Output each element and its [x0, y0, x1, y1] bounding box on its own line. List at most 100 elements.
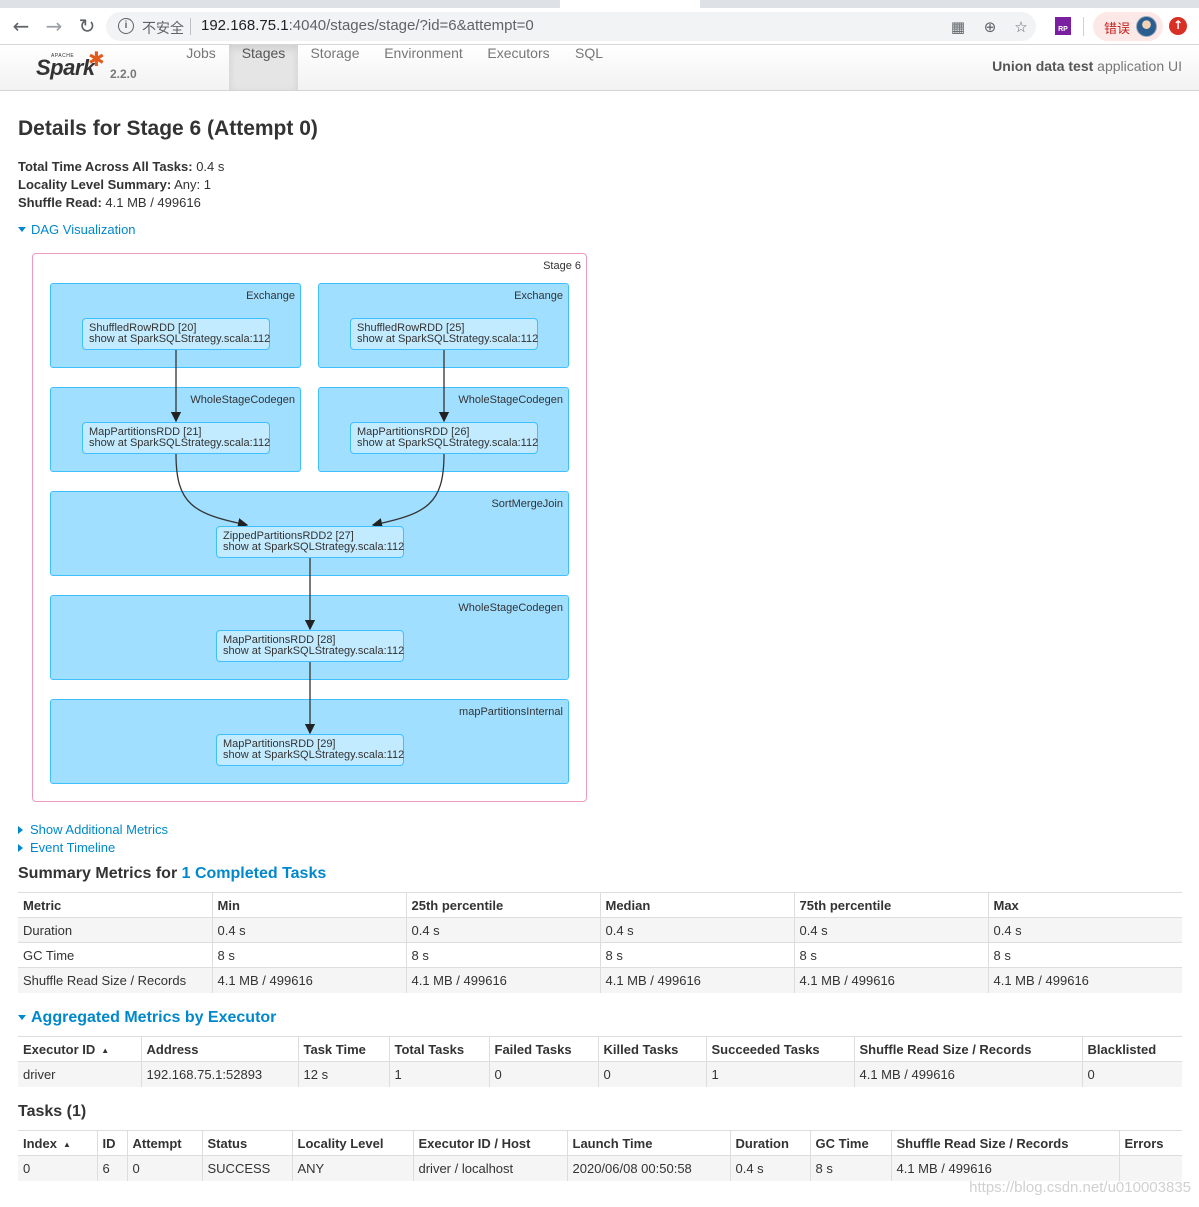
column-header-label: Min: [217, 897, 240, 913]
cell-succeeded-tasks: 1: [705, 1061, 854, 1087]
translate-icon[interactable]: ▦: [948, 17, 968, 37]
column-header-metric[interactable]: Metric: [18, 892, 212, 918]
completed-tasks-link[interactable]: 1 Completed Tasks: [182, 865, 327, 882]
column-header-gc-time[interactable]: GC Time: [809, 1130, 891, 1156]
column-header-75th-percentile[interactable]: 75th percentile: [793, 892, 988, 918]
column-header-status[interactable]: Status: [201, 1130, 292, 1156]
nav-sql[interactable]: SQL: [562, 45, 616, 90]
dag-stage-box: Stage 6 Exchange Exchange WholeStageCode…: [32, 253, 587, 802]
column-header-label: Shuffle Read Size / Records: [859, 1041, 1032, 1057]
column-header-executor-id-host[interactable]: Executor ID / Host: [412, 1130, 567, 1156]
column-header-label: Task Time: [303, 1041, 366, 1057]
column-header-total-tasks[interactable]: Total Tasks: [388, 1036, 489, 1062]
column-header-label: Failed Tasks: [494, 1041, 572, 1057]
dag-node-shuffledrowrdd-25[interactable]: ShuffledRowRDD [25] show at SparkSQLStrat…: [350, 318, 538, 350]
cell-median: 0.4 s: [599, 917, 794, 943]
executor-metrics-table: Executor ID ▲ Address Task Time Total Tasks F…: [18, 1036, 1182, 1087]
sort-ascending-icon: ▲: [101, 1045, 110, 1055]
column-header-shuffle-read-size-records[interactable]: Shuffle Read Size / Records: [890, 1130, 1119, 1156]
avatar: [1136, 16, 1157, 37]
column-header-failed-tasks[interactable]: Failed Tasks: [488, 1036, 598, 1062]
bookmark-star-icon[interactable]: ☆: [1011, 17, 1031, 37]
summary-shuffle-read: Shuffle Read: 4.1 MB / 499616: [18, 195, 201, 210]
cell-launch-time: 2020/06/08 00:50:58: [566, 1155, 730, 1181]
cell-errors: [1118, 1155, 1182, 1181]
event-timeline-toggle[interactable]: Event Timeline: [18, 840, 115, 855]
summary-value: 0.4 s: [192, 159, 225, 174]
column-header-label: Errors: [1124, 1135, 1164, 1151]
column-header-label: Launch Time: [572, 1135, 653, 1151]
dag-node-mappartitionsrdd-29[interactable]: MapPartitionsRDD [29] show at SparkSQLStr…: [216, 734, 404, 766]
column-header-median[interactable]: Median: [599, 892, 794, 918]
url-text[interactable]: 192.168.75.1:4040/stages/stage/?id=6&att…: [201, 17, 534, 34]
dag-node-shuffledrowrdd-20[interactable]: ShuffledRowRDD [20] show at SparkSQLStrat…: [82, 318, 270, 350]
table-header-row: Metric Min 25th percentile Median 75th perce…: [18, 892, 1182, 918]
toolbar-divider: [1083, 17, 1084, 36]
aggregated-metrics-toggle[interactable]: Aggregated Metrics by Executor: [18, 1009, 276, 1027]
cell-status: SUCCESS: [201, 1155, 292, 1181]
cell-75th-percentile: 0.4 s: [793, 917, 988, 943]
table-row: driver 192.168.75.1:52893 12 s 1 0 0 1 4.1 MB /…: [18, 1061, 1182, 1087]
column-header-index[interactable]: Index ▲: [18, 1130, 97, 1156]
column-header-label: ID: [102, 1135, 116, 1151]
column-header-label: Index: [23, 1135, 57, 1151]
info-icon[interactable]: i: [118, 18, 134, 34]
rp-extension-icon[interactable]: RP: [1055, 17, 1071, 35]
address-bar[interactable]: i 不安全 192.168.75.1:4040/stages/stage/?id…: [106, 12, 1036, 41]
column-header-label: Executor ID: [23, 1041, 96, 1057]
cluster-label: WholeStageCodegen: [190, 394, 295, 406]
column-header-duration[interactable]: Duration: [729, 1130, 810, 1156]
column-header-errors[interactable]: Errors: [1118, 1130, 1182, 1156]
dag-node-mappartitionsrdd-28[interactable]: MapPartitionsRDD [28] show at SparkSQLStr…: [216, 630, 404, 662]
column-header-label: Metric: [23, 897, 62, 913]
spark-navbar: APACHE Spark ✱ 2.2.0 Jobs Stages Storage…: [0, 45, 1199, 91]
column-header-id[interactable]: ID: [96, 1130, 127, 1156]
dag-node-zippedpartitionsrdd2-27[interactable]: ZippedPartitionsRDD2 [27] show at SparkSQ…: [216, 526, 404, 558]
back-icon[interactable]: ←: [8, 15, 34, 37]
update-icon[interactable]: ↑: [1169, 17, 1187, 35]
table-row: 0 6 0 SUCCESS ANY driver / localhost 2020/06/0…: [18, 1155, 1182, 1181]
table-body: driver 192.168.75.1:52893 12 s 1 0 0 1 4.1 MB /…: [18, 1061, 1182, 1087]
column-header-locality-level[interactable]: Locality Level: [291, 1130, 413, 1156]
spark-logo[interactable]: APACHE Spark ✱: [36, 47, 108, 87]
column-header-address[interactable]: Address: [140, 1036, 298, 1062]
dag-node-mappartitionsrdd-21[interactable]: MapPartitionsRDD [21] show at SparkSQLStr…: [82, 422, 270, 454]
cluster-label: mapPartitionsInternal: [459, 706, 563, 718]
column-header-label: Killed Tasks: [603, 1041, 679, 1057]
column-header-killed-tasks[interactable]: Killed Tasks: [597, 1036, 706, 1062]
column-header-attempt[interactable]: Attempt: [126, 1130, 202, 1156]
error-label: 错误: [1104, 22, 1131, 37]
nav-jobs[interactable]: Jobs: [174, 45, 228, 90]
summary-label: Shuffle Read:: [18, 195, 102, 210]
profile-error-button[interactable]: 错误: [1093, 12, 1163, 41]
table-row: Duration 0.4 s 0.4 s 0.4 s 0.4 s 0.4 s: [18, 917, 1182, 943]
column-header-max[interactable]: Max: [987, 892, 1182, 918]
show-additional-metrics-toggle[interactable]: Show Additional Metrics: [18, 822, 168, 837]
column-header-launch-time[interactable]: Launch Time: [566, 1130, 730, 1156]
node-callsite: show at SparkSQLStrategy.scala:112: [223, 645, 405, 657]
nav-storage[interactable]: Storage: [299, 45, 371, 90]
node-callsite: show at SparkSQLStrategy.scala:112: [89, 437, 271, 449]
show-metrics-label: Show Additional Metrics: [30, 822, 169, 837]
column-header-25th-percentile[interactable]: 25th percentile: [405, 892, 600, 918]
reload-icon[interactable]: ↻: [74, 15, 100, 37]
browser-active-tab[interactable]: [560, 0, 700, 8]
nav-executors[interactable]: Executors: [476, 45, 561, 90]
column-header-executor-id[interactable]: Executor ID ▲: [18, 1036, 141, 1062]
nav-stages[interactable]: Stages: [229, 45, 298, 90]
cluster-label: Exchange: [514, 290, 563, 302]
column-header-task-time[interactable]: Task Time: [297, 1036, 389, 1062]
dag-node-mappartitionsrdd-26[interactable]: MapPartitionsRDD [26] show at SparkSQLStr…: [350, 422, 538, 454]
column-header-min[interactable]: Min: [211, 892, 406, 918]
dag-visualization-toggle[interactable]: DAG Visualization: [18, 222, 136, 237]
zoom-icon[interactable]: ⊕: [980, 17, 1000, 37]
table-header-row: Index ▲ ID Attempt Status Locality Level Execu…: [18, 1130, 1182, 1156]
column-header-succeeded-tasks[interactable]: Succeeded Tasks: [705, 1036, 854, 1062]
column-header-shuffle-read-size-records[interactable]: Shuffle Read Size / Records: [853, 1036, 1082, 1062]
cell-duration: 0.4 s: [729, 1155, 810, 1181]
aggregated-metrics-heading: Aggregated Metrics by Executor: [31, 1009, 277, 1026]
cluster-label: SortMergeJoin: [491, 498, 563, 510]
nav-environment[interactable]: Environment: [372, 45, 475, 90]
forward-icon[interactable]: →: [41, 15, 67, 37]
column-header-blacklisted[interactable]: Blacklisted: [1081, 1036, 1182, 1062]
